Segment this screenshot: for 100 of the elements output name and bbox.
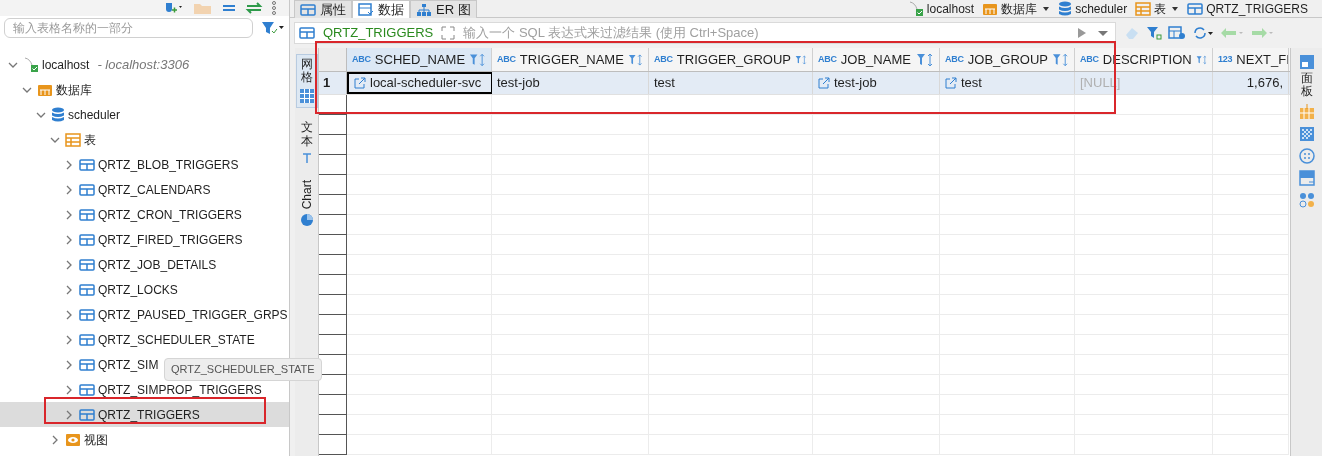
tree-item[interactable]: QRTZ_FIRED_TRIGGERS [64, 227, 243, 252]
type-mark: ABC [818, 52, 837, 66]
tree-item[interactable]: 视图 [50, 427, 108, 452]
empty-row-header [319, 395, 347, 415]
type-mark: ABC [497, 52, 516, 66]
data-table-icon [358, 2, 374, 17]
checker-grid-icon[interactable] [1298, 126, 1315, 143]
tree-item[interactable]: QRTZ_CRON_TRIGGERS [64, 202, 242, 227]
breadcrumb-item[interactable]: 表 [1135, 0, 1180, 18]
chevron-right-icon[interactable] [64, 334, 74, 345]
tree-item[interactable]: localhost - localhost:3306 [8, 52, 190, 77]
diagram-icon [416, 2, 432, 17]
table-icon [79, 233, 95, 246]
chevron-right-icon[interactable] [64, 359, 74, 370]
chevron-right-icon[interactable] [64, 384, 74, 395]
column-header[interactable]: ABC SCHED_NAME [347, 48, 492, 71]
column-name: TRIGGER_GROUP [676, 50, 791, 69]
empty-row-header [319, 135, 347, 155]
empty-row-header [319, 115, 347, 135]
dropdown-icon [1171, 4, 1180, 13]
empty-row-header [319, 415, 347, 435]
filter-sort-icon[interactable] [469, 52, 486, 67]
external-link-icon [354, 77, 366, 89]
type-mark: 123 [1218, 52, 1233, 66]
table-cell[interactable]: test-job [492, 72, 649, 94]
layout-icon[interactable] [1298, 170, 1315, 187]
table-cell[interactable]: test-job [813, 72, 940, 94]
chevron-right-icon[interactable] [64, 234, 74, 245]
empty-row-header [319, 295, 347, 315]
table-cell[interactable]: test [649, 72, 813, 94]
button-circle-icon[interactable] [1298, 148, 1315, 165]
tables-folder-icon [65, 132, 81, 147]
plug-add-icon[interactable] [163, 1, 185, 15]
filter-icon[interactable] [1146, 26, 1162, 40]
chevron-right-icon[interactable] [50, 434, 60, 445]
tree-item[interactable]: scheduler [36, 102, 121, 127]
empty-row-header [319, 175, 347, 195]
view-tab[interactable]: 文本 [295, 118, 318, 167]
pie-chart-icon [299, 213, 314, 228]
shapes-icon[interactable] [1298, 192, 1315, 209]
table-settings-icon[interactable] [1168, 26, 1186, 40]
chevron-right-icon[interactable] [64, 259, 74, 270]
type-mark: ABC [352, 52, 371, 66]
empty-row-header [319, 315, 347, 335]
filter-sort-icon[interactable] [794, 52, 807, 67]
table-icon [79, 308, 95, 321]
chevron-right-icon[interactable] [64, 159, 74, 170]
empty-row-header [319, 195, 347, 215]
tree-item[interactable]: QRTZ_BLOB_TRIGGERS [64, 152, 239, 177]
empty-row-header [319, 255, 347, 275]
more-icon[interactable] [271, 1, 277, 15]
table-icon [79, 258, 95, 271]
tab[interactable]: ER 图 [410, 0, 477, 18]
view-tab[interactable]: 网格 [295, 54, 318, 109]
view-tab[interactable]: Chart [295, 176, 318, 231]
empty-row-header [319, 215, 347, 235]
table-cell[interactable]: 1,676, [1213, 72, 1289, 94]
tree-item[interactable]: QRTZ_LOCKS [64, 277, 178, 302]
chevron-right-icon[interactable] [64, 209, 74, 220]
chevron-right-icon[interactable] [64, 184, 74, 195]
panels-tab[interactable]: 面板 [1298, 54, 1315, 99]
chevron-right-icon[interactable] [64, 284, 74, 295]
text-icon [300, 151, 313, 164]
sync-arrows-icon[interactable] [245, 2, 263, 14]
tree-item[interactable]: QRTZ_PAUSED_TRIGGER_GRPS [64, 302, 288, 327]
type-mark: ABC [945, 52, 964, 66]
folder-icon [982, 1, 999, 16]
table-cell[interactable]: local-scheduler-svc [347, 72, 492, 94]
tables-folder-icon [1135, 1, 1152, 16]
filter-sort-icon[interactable] [1052, 52, 1069, 67]
breadcrumb-item[interactable]: localhost [907, 0, 975, 18]
tree-item[interactable]: 数据库 [22, 77, 92, 102]
tree-item[interactable]: 表 [50, 127, 96, 152]
breadcrumb-item[interactable]: QRTZ_TRIGGERS [1187, 0, 1308, 18]
tab[interactable]: 数据 [352, 0, 410, 18]
collapse-icon[interactable] [221, 2, 237, 14]
external-link-icon [945, 77, 957, 89]
filter-sort-icon[interactable] [627, 52, 643, 67]
table-cell[interactable]: test [940, 72, 1075, 94]
filter-icon[interactable] [261, 21, 285, 35]
tree-item[interactable]: QRTZ_JOB_DETAILS [64, 252, 217, 277]
chevron-right-icon[interactable] [64, 409, 74, 420]
server-check-icon [907, 0, 924, 17]
tree-item[interactable]: QRTZ_CALENDARS [64, 177, 211, 202]
refresh-icon[interactable] [1192, 26, 1214, 40]
panel-icon [1298, 54, 1315, 70]
tree-item[interactable]: QRTZ_SIM [64, 352, 159, 377]
play-icon[interactable] [1077, 27, 1087, 39]
filter-sort-icon[interactable] [916, 52, 934, 67]
table-icon [79, 208, 95, 221]
tooltip: QRTZ_SCHEDULER_STATE [164, 358, 322, 381]
breadcrumb-item[interactable]: 数据库 [982, 0, 1051, 18]
tab[interactable]: 属性 [294, 0, 352, 18]
tree-item[interactable]: QRTZ_TRIGGERS [64, 402, 200, 427]
breadcrumb-item[interactable]: scheduler [1058, 0, 1128, 18]
external-link-icon [818, 77, 830, 89]
tree-item[interactable]: QRTZ_SCHEDULER_STATE [64, 327, 255, 352]
chevron-right-icon[interactable] [64, 309, 74, 320]
search-field[interactable]: 输入表格名称的一部分 [4, 18, 254, 38]
empty-row-header [319, 95, 347, 115]
